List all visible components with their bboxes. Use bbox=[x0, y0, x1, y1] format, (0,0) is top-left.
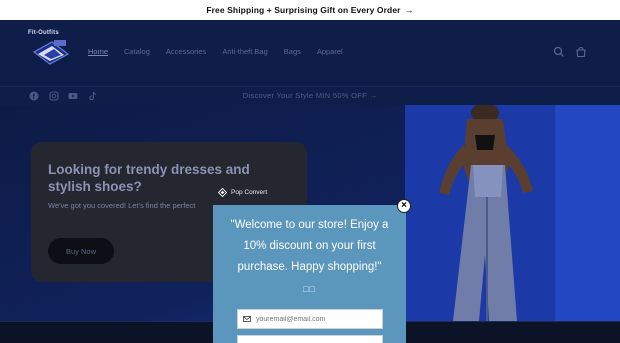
arrow-right-icon: → bbox=[404, 5, 414, 15]
main-nav: Home Catalog Accessories Anti-theft Bag … bbox=[88, 47, 343, 56]
close-icon[interactable]: × bbox=[397, 199, 411, 213]
nav-bags[interactable]: Bags bbox=[284, 47, 301, 56]
email-input[interactable] bbox=[256, 315, 376, 323]
promo-banner[interactable]: Discover Your Style MIN 50% OFF → bbox=[0, 91, 620, 100]
email-field[interactable] bbox=[237, 309, 383, 329]
popup-submit-button[interactable] bbox=[237, 335, 383, 343]
pop-convert-brand: Pop Convert bbox=[218, 188, 267, 197]
logo-text: Fit-Outfits bbox=[28, 30, 59, 36]
nav-anti-theft-bag[interactable]: Anti-theft Bag bbox=[222, 47, 267, 56]
model-photo bbox=[405, 105, 620, 321]
buy-now-button[interactable]: Buy Now bbox=[48, 238, 114, 264]
nav-apparel[interactable]: Apparel bbox=[317, 47, 343, 56]
announcement-bar[interactable]: Free Shipping + Surprising Gift on Every… bbox=[0, 0, 620, 20]
pop-convert-logo-icon bbox=[218, 188, 227, 197]
discount-popup: "Welcome to our store! Enjoy a 10% disco… bbox=[213, 205, 406, 343]
search-icon[interactable] bbox=[553, 46, 565, 58]
logo-graphic bbox=[32, 40, 70, 65]
promo-text: Discover Your Style MIN 50% OFF bbox=[242, 91, 368, 100]
envelope-icon bbox=[243, 316, 251, 322]
nav-catalog[interactable]: Catalog bbox=[124, 47, 150, 56]
social-bar: f Discover Your Style MIN 50% OFF → bbox=[0, 87, 620, 105]
site-logo[interactable]: Fit-Outfits bbox=[28, 30, 74, 76]
cart-icon[interactable] bbox=[575, 46, 587, 58]
nav-home[interactable]: Home bbox=[88, 47, 108, 56]
pop-convert-label: Pop Convert bbox=[231, 189, 268, 196]
nav-accessories[interactable]: Accessories bbox=[166, 47, 206, 56]
popup-message: "Welcome to our store! Enjoy a 10% disco… bbox=[230, 219, 389, 273]
site-header: Fit-Outfits Home Catalog Accessories Ant… bbox=[0, 20, 620, 86]
popup-glyph: □□ bbox=[303, 284, 316, 294]
announcement-text: Free Shipping + Surprising Gift on Every… bbox=[206, 5, 401, 15]
arrow-right-icon: → bbox=[369, 91, 378, 100]
